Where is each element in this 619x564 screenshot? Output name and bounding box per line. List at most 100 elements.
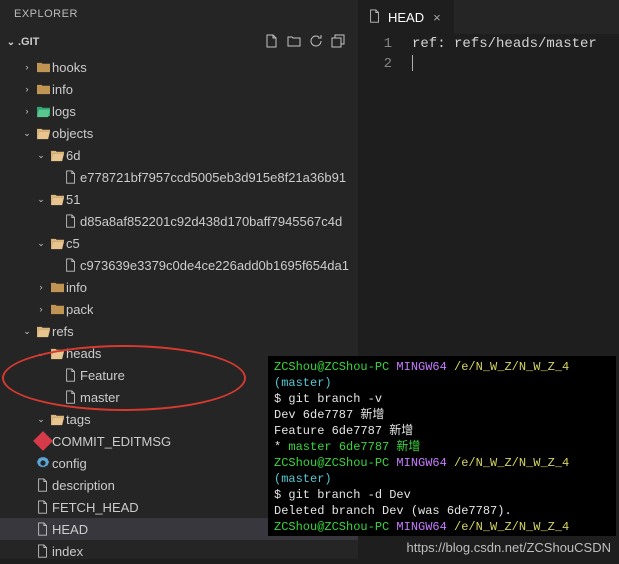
folder-open-icon <box>48 237 66 250</box>
close-icon[interactable]: × <box>430 10 444 25</box>
tree-item-label: refs <box>52 324 74 339</box>
tree-folder-hooks[interactable]: › hooks <box>0 56 358 78</box>
file-icon <box>62 368 80 382</box>
collapse-all-icon[interactable] <box>330 33 346 52</box>
chevron-down-icon: ⌄ <box>20 326 34 337</box>
terminal-line: Deleted branch Dev (was 6de7787). <box>274 503 610 519</box>
tree-item-label: HEAD <box>52 522 88 537</box>
file-icon <box>62 258 80 272</box>
chevron-down-icon: ⌄ <box>34 414 48 425</box>
terminal[interactable]: ZCShou@ZCShou-PC MINGW64 /e/N_W_Z/N_W_Z_… <box>268 356 616 536</box>
tree-item-label: 6d <box>66 148 80 163</box>
terminal-line: ZCShou@ZCShou-PC MINGW64 /e/N_W_Z/N_W_Z_… <box>274 359 610 391</box>
tree-item-label: config <box>52 456 87 471</box>
tree-file-d85a8af852201c92d438d170baff7945567c4d[interactable]: d85a8af852201c92d438d170baff7945567c4d <box>0 210 358 232</box>
tree-folder-info[interactable]: › info <box>0 276 358 298</box>
tree-item-label: Feature <box>80 368 125 383</box>
tree-item-label: e778721bf7957ccd5005eb3d915e8f21a36b91 <box>80 170 346 185</box>
tree-item-label: c973639e3379c0de4ce226add0b1695f654da1 <box>80 258 349 273</box>
line-number: 1 <box>358 34 392 54</box>
section-name: .GIT <box>18 36 264 48</box>
tree-item-label: FETCH_HEAD <box>52 500 139 515</box>
tree-folder-6d[interactable]: ⌄ 6d <box>0 144 358 166</box>
tree-folder-info[interactable]: › info <box>0 78 358 100</box>
folder-open-icon <box>34 105 52 118</box>
chevron-right-icon: › <box>20 84 34 94</box>
tree-item-label: description <box>52 478 115 493</box>
tree-item-label: c5 <box>66 236 80 251</box>
chevron-right-icon: › <box>34 304 48 314</box>
file-icon <box>62 214 80 228</box>
git-commit-icon <box>34 434 52 448</box>
gear-icon <box>34 456 52 470</box>
tree-item-label: index <box>52 544 83 559</box>
terminal-line: Feature 6de7787 新增 <box>274 423 610 439</box>
terminal-line: Dev 6de7787 新增 <box>274 407 610 423</box>
tree-folder-c5[interactable]: ⌄ c5 <box>0 232 358 254</box>
file-icon <box>34 500 52 514</box>
code-line: ref: refs/heads/master <box>412 34 619 54</box>
tree-item-label: pack <box>66 302 93 317</box>
chevron-right-icon: › <box>34 282 48 292</box>
chevron-down-icon: ⌄ <box>4 37 18 48</box>
tree-item-label: master <box>80 390 120 405</box>
tree-folder-logs[interactable]: ›logs <box>0 100 358 122</box>
new-folder-icon[interactable] <box>286 33 302 52</box>
terminal-line: ZCShou@ZCShou-PC MINGW64 /e/N_W_Z/N_W_Z_… <box>274 455 610 487</box>
chevron-right-icon: › <box>20 62 34 72</box>
tree-item-label: tags <box>66 412 91 427</box>
file-icon <box>34 478 52 492</box>
file-icon <box>34 522 52 536</box>
folder-icon <box>48 281 66 294</box>
folder-open-icon <box>34 127 52 140</box>
line-gutter: 1 2 <box>358 34 402 74</box>
tree-folder-51[interactable]: ⌄ 51 <box>0 188 358 210</box>
terminal-line: * master 6de7787 新增 <box>274 439 610 455</box>
tab-label: HEAD <box>388 10 424 25</box>
tree-item-label: 51 <box>66 192 80 207</box>
folder-icon <box>48 303 66 316</box>
tree-item-label: objects <box>52 126 93 141</box>
tree-item-label: heads <box>66 346 101 361</box>
tree-folder-objects[interactable]: ⌄ objects <box>0 122 358 144</box>
explorer-title: EXPLORER <box>0 0 358 30</box>
folder-open-icon <box>34 325 52 338</box>
chevron-down-icon: ⌄ <box>34 238 48 249</box>
watermark: https://blog.csdn.net/ZCShouCSDN <box>407 540 612 555</box>
folder-open-icon <box>48 347 66 360</box>
chevron-right-icon: › <box>20 106 34 116</box>
file-icon <box>62 390 80 404</box>
new-file-icon[interactable] <box>264 33 280 52</box>
folder-open-icon <box>48 149 66 162</box>
terminal-line: ZCShou@ZCShou-PC MINGW64 /e/N_W_Z/N_W_Z_… <box>274 519 610 536</box>
code-line <box>412 54 619 74</box>
tree-folder-refs[interactable]: ⌄ refs <box>0 320 358 342</box>
folder-open-icon <box>48 193 66 206</box>
tree-item-label: hooks <box>52 60 87 75</box>
chevron-down-icon: ⌄ <box>34 194 48 205</box>
line-number: 2 <box>358 54 392 74</box>
chevron-down-icon: ⌄ <box>20 128 34 139</box>
refresh-icon[interactable] <box>308 33 324 52</box>
tree-item-label: COMMIT_EDITMSG <box>52 434 171 449</box>
folder-open-icon <box>48 413 66 426</box>
chevron-down-icon: ⌄ <box>34 150 48 161</box>
terminal-line: $ git branch -d Dev <box>274 487 610 503</box>
tab-bar: HEAD × <box>358 0 619 34</box>
file-icon <box>62 170 80 184</box>
file-icon <box>34 544 52 558</box>
tree-item-label: d85a8af852201c92d438d170baff7945567c4d <box>80 214 342 229</box>
code-content[interactable]: ref: refs/heads/master <box>412 34 619 74</box>
folder-icon <box>34 61 52 74</box>
terminal-line: $ git branch -v <box>274 391 610 407</box>
folder-icon <box>34 83 52 96</box>
tree-file-e778721bf7957ccd5005eb3d915e8f21a36b91[interactable]: e778721bf7957ccd5005eb3d915e8f21a36b91 <box>0 166 358 188</box>
tree-file-c973639e3379c0de4ce226add0b1695f654da1[interactable]: c973639e3379c0de4ce226add0b1695f654da1 <box>0 254 358 276</box>
tree-item-label: info <box>52 82 73 97</box>
tree-item-label: info <box>66 280 87 295</box>
tree-folder-pack[interactable]: › pack <box>0 298 358 320</box>
section-header[interactable]: ⌄ .GIT <box>0 30 358 54</box>
tab-head[interactable]: HEAD × <box>358 0 455 34</box>
chevron-down-icon: ⌄ <box>34 348 48 359</box>
file-icon <box>368 9 382 26</box>
